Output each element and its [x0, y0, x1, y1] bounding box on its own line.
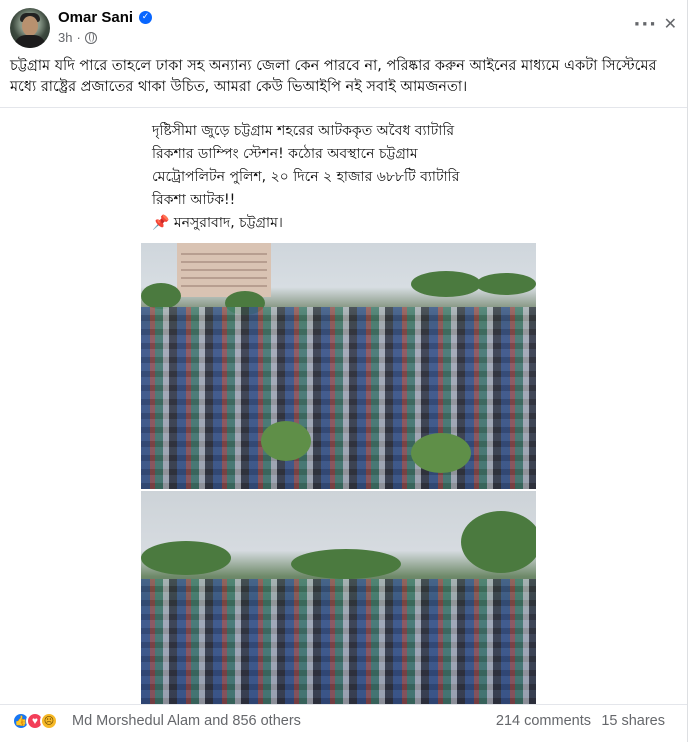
image-caption: দৃষ্টিসীমা জুড়ে চট্টগ্রাম শহরের আটককৃত …	[152, 120, 532, 235]
post-text: চট্টগ্রাম যদি পারে তাহলে ঢাকা সহ অন্যান্…	[10, 58, 657, 95]
caption-line: রিকশার ডাম্পিং স্টেশন! কঠোর অবস্থানে চট্…	[152, 146, 418, 162]
comments-count[interactable]: 214 comments	[496, 713, 591, 729]
meta-separator: ·	[76, 30, 81, 45]
tree	[261, 421, 311, 461]
reaction-summary[interactable]: Md Morshedul Alam and 856 others	[72, 713, 301, 729]
close-icon[interactable]: ✕	[664, 14, 677, 33]
tree	[411, 271, 481, 297]
post-header: Omar Sani ✓ 3h · ··· ✕	[10, 8, 677, 52]
post-footer: 👍 ♥ ☹ Md Morshedul Alam and 856 others 2…	[0, 704, 687, 742]
tree	[291, 549, 401, 579]
tree	[476, 273, 536, 295]
more-options-icon[interactable]: ···	[633, 14, 657, 35]
author-row: Omar Sani ✓	[58, 9, 153, 26]
shares-count[interactable]: 15 shares	[601, 713, 665, 729]
post-card: Omar Sani ✓ 3h · ··· ✕ চট্টগ্রাম যদি পার…	[0, 0, 688, 742]
reaction-icons[interactable]: 👍 ♥ ☹	[12, 712, 58, 730]
verified-badge-icon: ✓	[139, 11, 153, 24]
caption-line: মেট্রোপলিটন পুলিশ, ২০ দিনে ২ হাজার ৬৮৮টি…	[152, 169, 460, 185]
globe-icon[interactable]	[84, 31, 97, 44]
post-image[interactable]: দৃষ্টিসীমা জুড়ে চট্টগ্রাম শহরের আটককৃত …	[0, 107, 687, 704]
tree	[141, 283, 181, 309]
caption-location: 📌 মনসুরাবাদ, চট্টগ্রাম।	[152, 212, 532, 235]
avatar[interactable]	[10, 8, 50, 48]
avatar-face	[22, 16, 38, 36]
location-text: মনসুরাবাদ, চট্টগ্রাম।	[173, 215, 283, 231]
post-meta: 3h ·	[58, 30, 97, 45]
pin-icon: 📌	[152, 215, 170, 231]
tree	[411, 433, 471, 473]
photo-rickshaw-yard-2[interactable]	[141, 491, 536, 704]
caption-line: রিকশা আটক!!	[152, 192, 236, 208]
author-name[interactable]: Omar Sani	[58, 9, 133, 26]
photo-rickshaw-yard-1[interactable]	[141, 243, 536, 489]
caption-line: দৃষ্টিসীমা জুড়ে চট্টগ্রাম শহরের আটককৃত …	[152, 123, 455, 139]
avatar-body	[14, 35, 46, 48]
rickshaw-crowd	[141, 579, 536, 704]
care-icon: ☹	[40, 712, 58, 730]
post-time[interactable]: 3h	[58, 30, 72, 45]
apartment-building	[177, 243, 271, 297]
rickshaw-crowd	[141, 307, 536, 489]
tree	[141, 541, 231, 575]
tree	[461, 511, 536, 573]
